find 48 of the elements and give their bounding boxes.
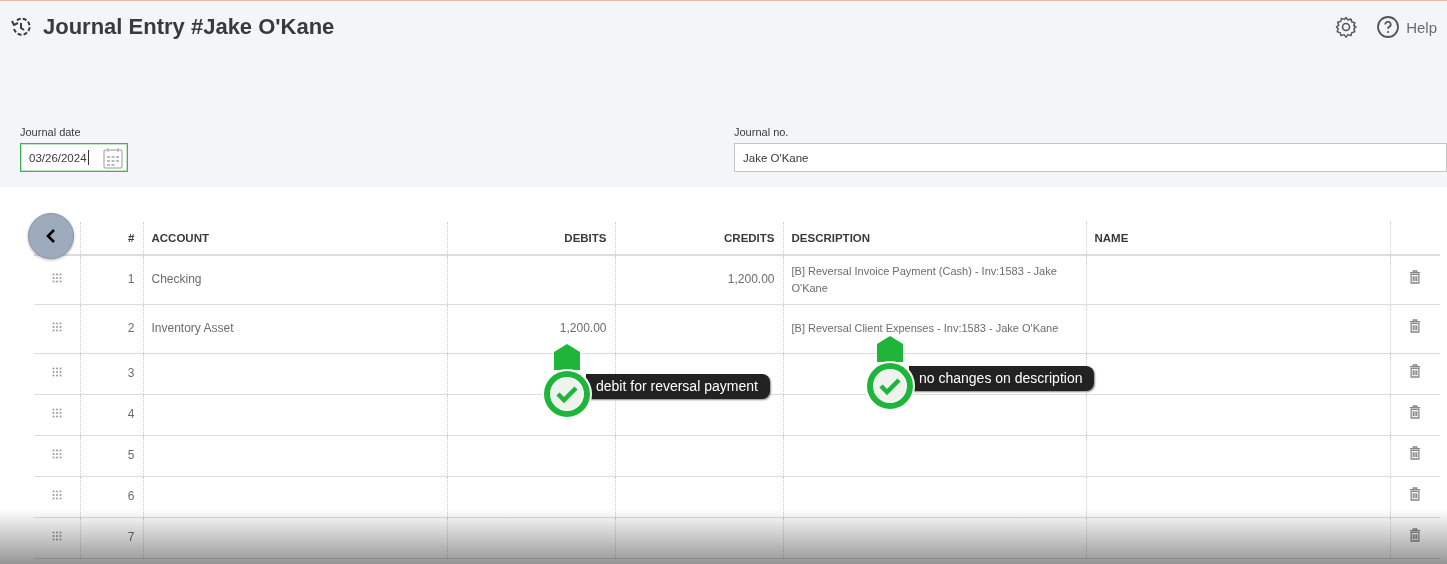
help-icon <box>1376 15 1401 39</box>
column-header: ACCOUNT <box>151 232 209 244</box>
drag-handle-icon[interactable] <box>51 322 62 332</box>
table-cell: [B] Reversal Invoice Payment (Cash) - Inv:1583 - Jake O'Kane <box>791 264 1057 294</box>
drag-handle-icon[interactable] <box>51 408 62 418</box>
column-header: CREDITS <box>724 232 775 244</box>
settings-icon[interactable] <box>1334 15 1359 39</box>
checkmark-badge-icon <box>863 334 917 412</box>
table-cell: 6 <box>127 489 135 503</box>
table-cell: [B] Reversal Client Expenses - Inv:1583 - Jake O'Kane <box>791 322 1059 334</box>
drag-handle-icon[interactable] <box>51 367 62 377</box>
drag-handle-icon[interactable] <box>51 490 62 500</box>
calendar-icon[interactable] <box>103 146 123 169</box>
callout-label: debit for reversal payment <box>586 374 770 399</box>
help-button[interactable]: Help <box>1368 15 1437 39</box>
table-cell: 2 <box>127 321 135 335</box>
table-cell: 7 <box>127 530 135 544</box>
trash-icon[interactable] <box>1409 446 1422 460</box>
drag-handle-icon[interactable] <box>51 273 62 284</box>
table-cell: 1,200.00 <box>727 272 775 287</box>
trash-icon[interactable] <box>1409 487 1422 501</box>
trash-icon[interactable] <box>1409 319 1422 333</box>
callout-label: no changes on description <box>909 366 1095 391</box>
table-cell: 1 <box>127 272 135 287</box>
trash-icon[interactable] <box>1409 364 1422 378</box>
page-title: Journal Entry #Jake O'Kane <box>43 14 335 40</box>
input-field[interactable]: Jake O'Kane <box>734 143 1447 172</box>
date-field[interactable]: 03/26/2024 <box>20 143 128 172</box>
column-header: DEBITS <box>564 232 607 244</box>
drag-handle-icon[interactable] <box>51 449 62 459</box>
trash-icon[interactable] <box>1409 270 1422 285</box>
drag-handle-icon[interactable] <box>51 531 62 541</box>
column-header: NAME <box>1094 232 1129 244</box>
column-header: # <box>128 232 135 244</box>
table-cell: 4 <box>127 407 135 421</box>
field-label: Journal date <box>20 126 82 138</box>
history-icon <box>9 15 33 39</box>
back-button[interactable] <box>28 213 74 259</box>
table-cell: 3 <box>127 366 135 380</box>
table-cell: 1,200.00 <box>559 321 607 335</box>
table-cell: 5 <box>127 448 135 462</box>
table-cell: Checking <box>151 272 202 287</box>
column-header: DESCRIPTION <box>791 232 871 244</box>
checkmark-badge-icon <box>540 342 594 420</box>
table-cell: Inventory Asset <box>151 321 234 335</box>
field-label: Journal no. <box>734 126 790 138</box>
trash-icon[interactable] <box>1409 405 1422 419</box>
trash-icon[interactable] <box>1409 528 1422 542</box>
